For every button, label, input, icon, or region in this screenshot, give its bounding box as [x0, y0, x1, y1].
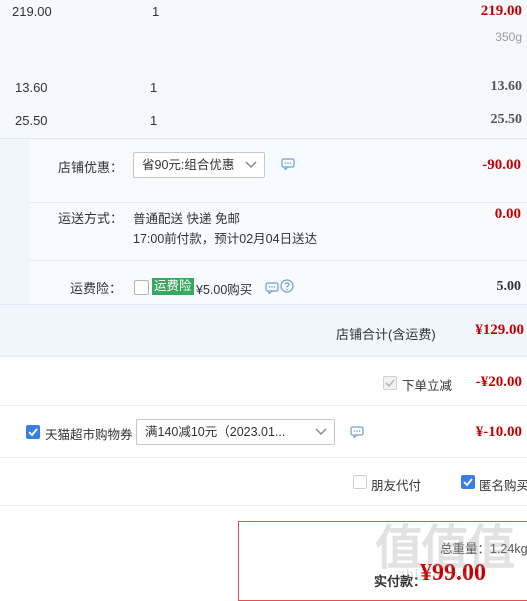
coupon-select[interactable]: 满140减10元（2023.01... [136, 419, 335, 445]
shop-total-amount: ¥129.00 [475, 322, 524, 338]
item-unit-price: 25.50 [15, 113, 48, 128]
anonymous-checkbox[interactable] [461, 475, 475, 489]
insurance-amount: 5.00 [496, 279, 522, 294]
friend-pay-label: 朋友代付 [371, 479, 422, 493]
instant-discount-checkbox[interactable] [383, 376, 397, 390]
item-subtotal: 13.60 [490, 79, 523, 94]
shipping-amount: 0.00 [494, 206, 521, 222]
shipping-label: 运送方式： [58, 211, 124, 226]
help-icon[interactable] [280, 279, 294, 293]
panel-divider [0, 304, 527, 305]
message-icon[interactable] [265, 282, 279, 294]
check-icon [28, 428, 38, 437]
item-unit-price: 219.00 [12, 4, 52, 19]
check-icon [463, 478, 473, 487]
coupon-checkbox[interactable] [26, 425, 40, 439]
divider [0, 356, 527, 357]
coupon-amount: ¥-10.00 [475, 424, 522, 440]
coupon-label: 天猫超市购物券 [45, 428, 133, 442]
instant-discount-label: 下单立减 [402, 379, 453, 393]
shipping-note: 17:00前付款，预计02月04日送达 [133, 232, 318, 246]
chevron-down-icon [245, 161, 257, 169]
item-quantity: 1 [150, 113, 158, 128]
insurance-checkbox[interactable] [134, 280, 149, 295]
item-quantity: 1 [152, 4, 160, 19]
shop-discount-label: 店铺优惠： [58, 160, 124, 175]
insurance-label: 运费险： [70, 281, 123, 296]
message-icon[interactable] [350, 426, 364, 438]
shop-discount-select[interactable]: 省90元:组合优惠 [133, 152, 265, 178]
divider [0, 457, 527, 458]
watermark-subtext: zhi.de.mai [398, 566, 472, 582]
insurance-price: ¥5.00购买 [196, 283, 253, 297]
item-subtotal: 219.00 [480, 3, 522, 19]
shop-discount-select-value: 省90元:组合优惠 [142, 158, 235, 172]
shop-discount-amount: -90.00 [482, 157, 521, 173]
item-unit-price: 13.60 [15, 80, 48, 95]
panel-divider [30, 260, 527, 261]
shop-total-label: 店铺合计(含运费) [336, 327, 436, 342]
shipping-method: 普通配送 快递 免邮 [133, 212, 240, 226]
divider [0, 505, 527, 506]
anonymous-label: 匿名购买 [479, 479, 527, 493]
item-weight: 350g [495, 30, 522, 44]
panel-divider [30, 202, 527, 203]
item-subtotal: 25.50 [490, 112, 523, 127]
friend-pay-checkbox[interactable] [353, 475, 367, 489]
instant-discount-amount: -¥20.00 [475, 374, 522, 390]
chevron-down-icon [315, 428, 327, 436]
insurance-tag: 运费险 [152, 278, 194, 295]
check-icon [385, 379, 395, 388]
coupon-select-value: 满140减10元（2023.01... [145, 425, 286, 439]
divider [0, 405, 527, 406]
item-rows: 219.00 1 219.00 350g 13.60 1 13.60 25.50… [0, 0, 527, 138]
message-icon[interactable] [281, 158, 295, 170]
item-quantity: 1 [150, 80, 158, 95]
